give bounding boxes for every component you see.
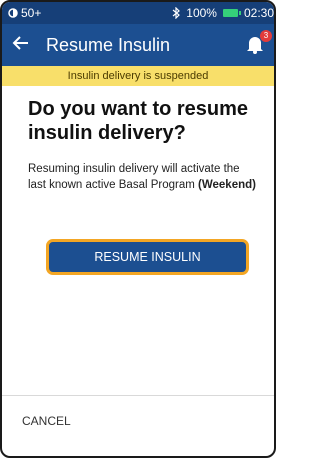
notification-badge: 3 [260,30,272,42]
status-bar: 50+ 100% 02:30 [2,2,274,24]
main-content: Do you want to resume insulin delivery? … [28,97,260,193]
page-title: Resume Insulin [46,34,171,55]
cancel-button[interactable]: CANCEL [22,414,71,428]
back-button[interactable] [12,34,34,57]
divider [2,395,274,396]
question-heading: Do you want to resume insulin delivery? [28,98,249,144]
basal-program-name: (Weekend) [198,179,256,191]
status-right: 100% 02:30 [172,6,274,20]
status-left: 50+ [8,6,41,20]
signal-text: 50+ [21,6,42,20]
battery-icon [222,9,241,17]
banner-text: Insulin delivery is suspended [67,70,209,82]
signal-icon [8,8,18,18]
app-bar: Resume Insulin 3 [2,24,274,66]
suspended-banner: Insulin delivery is suspended [2,66,274,86]
arrow-left-icon[interactable] [12,35,30,51]
battery-percent: 100% [186,6,217,20]
resume-insulin-button[interactable]: RESUME INSULIN [46,239,249,275]
resume-insulin-label: RESUME INSULIN [94,250,201,264]
cancel-label: CANCEL [22,414,71,428]
bluetooth-icon [172,7,181,19]
notifications-button[interactable]: 3 [246,30,272,56]
device-screen: 50+ 100% 02:30 Resume Insulin 3 Insulin [0,0,276,458]
info-text: Resuming insulin delivery will activate … [28,161,260,193]
status-time: 02:30 [243,6,274,20]
